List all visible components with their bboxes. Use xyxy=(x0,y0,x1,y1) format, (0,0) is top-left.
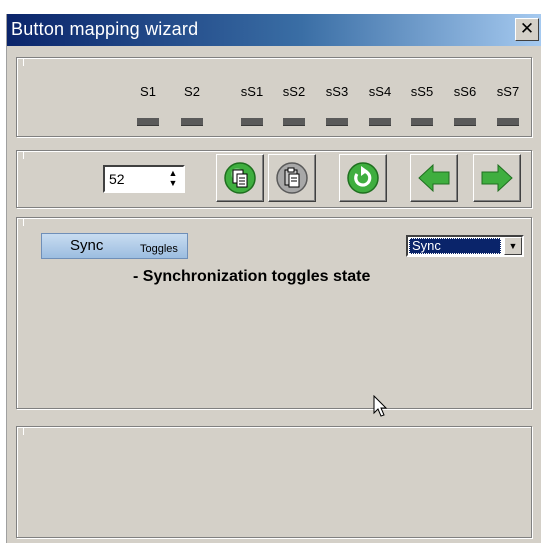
back-button[interactable] xyxy=(410,154,458,202)
paste-icon xyxy=(276,162,308,194)
paste-button[interactable] xyxy=(268,154,316,202)
led-label-ss5: sS5 xyxy=(410,84,434,99)
led-indicator-ss1 xyxy=(241,118,263,126)
forward-arrow-icon xyxy=(481,163,513,193)
forward-button[interactable] xyxy=(473,154,521,202)
sync-button-label: Sync xyxy=(70,237,104,254)
window-title: Button mapping wizard xyxy=(11,19,199,39)
led-label-ss1: sS1 xyxy=(240,84,264,99)
led-indicator-ss2 xyxy=(283,118,305,126)
stepper-arrows[interactable]: ▲ ▼ xyxy=(167,168,179,190)
led-indicator-ss3 xyxy=(326,118,348,126)
led-label-ss7: sS7 xyxy=(496,84,520,99)
led-label-ss6: sS6 xyxy=(453,84,477,99)
refresh-button[interactable] xyxy=(339,154,387,202)
number-value[interactable]: 52 xyxy=(109,171,125,187)
info-panel xyxy=(16,426,532,538)
copy-icon xyxy=(224,162,256,194)
led-label-s2: S2 xyxy=(184,84,200,99)
led-indicator-ss4 xyxy=(369,118,391,126)
copy-button[interactable] xyxy=(216,154,264,202)
close-button[interactable]: ✕ xyxy=(515,18,539,41)
led-label-ss3: sS3 xyxy=(325,84,349,99)
stepper-up-icon[interactable]: ▲ xyxy=(167,168,179,178)
mapping-description: - Synchronization toggles state xyxy=(133,268,371,285)
refresh-icon xyxy=(347,162,379,194)
mode-select-value[interactable]: Sync xyxy=(409,238,501,254)
led-indicator-ss6 xyxy=(454,118,476,126)
title-bar[interactable]: Button mapping wizard ✕ xyxy=(7,14,541,46)
led-indicator-ss7 xyxy=(497,118,519,126)
mode-select[interactable]: Sync ▼ xyxy=(406,235,524,257)
stepper-down-icon[interactable]: ▼ xyxy=(167,178,179,188)
sync-button-sublabel: Toggles xyxy=(140,243,178,255)
sync-toggles-button[interactable]: Sync Toggles xyxy=(41,233,188,259)
led-label-ss2: sS2 xyxy=(282,84,306,99)
led-indicator-ss5 xyxy=(411,118,433,126)
led-indicator-s1 xyxy=(137,118,159,126)
back-arrow-icon xyxy=(418,163,450,193)
led-label-ss4: sS4 xyxy=(368,84,392,99)
led-label-s1: S1 xyxy=(140,84,156,99)
chevron-down-icon[interactable]: ▼ xyxy=(504,237,522,255)
number-stepper[interactable]: 52 ▲ ▼ xyxy=(103,165,185,193)
mouse-cursor-icon xyxy=(373,395,388,417)
led-indicator-s2 xyxy=(181,118,203,126)
